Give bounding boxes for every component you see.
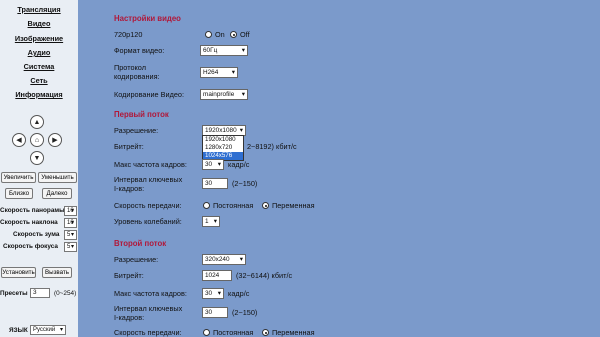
s1-rate-var-radio[interactable] — [262, 202, 269, 209]
s2-bitrate-range: (32~6144) кбит/с — [236, 271, 293, 280]
presets-label: Пресеты — [0, 290, 28, 297]
s1-fluctuation-select[interactable]: 1 — [202, 216, 220, 227]
s2-resolution-select[interactable]: 320x240 — [202, 254, 246, 265]
nav-link-audio[interactable]: Аудио — [0, 48, 78, 57]
first-stream-title: Первый поток — [114, 110, 169, 119]
s1-rate-control-label: Скорость передачи: — [114, 201, 182, 210]
arrow-right-icon: ▶ — [52, 137, 58, 144]
s2-bitrate-label: Битрейт: — [114, 271, 144, 280]
p720-on-radio[interactable] — [205, 31, 212, 38]
sidebar: Трансляция Видео Изображение Аудио Систе… — [0, 0, 79, 337]
s2-fps-unit: кадр/с — [228, 289, 250, 298]
ptz-home-button[interactable]: ⌂ — [30, 133, 44, 147]
s2-fps-select[interactable]: 30 — [202, 288, 224, 299]
s2-rate-control-label: Скорость передачи: — [114, 328, 182, 337]
video-encoding-select[interactable]: mainprofile — [200, 89, 248, 100]
s2-resolution-label: Разрешение: — [114, 255, 159, 264]
s1-fps-label: Макс частота кадров: — [114, 160, 187, 169]
s1-bitrate-range: 2~8192) кбит/с — [247, 142, 297, 151]
language-select[interactable]: Русский — [30, 325, 66, 335]
focus-near-button[interactable]: Близко — [5, 188, 33, 199]
pan-speed-select[interactable]: 10 — [64, 206, 77, 216]
nav-link-image[interactable]: Изображение — [0, 34, 78, 43]
ptz-down-button[interactable]: ▼ — [30, 151, 44, 165]
arrow-left-icon: ◀ — [16, 137, 22, 144]
p720-on-label: On — [215, 30, 225, 39]
video-format-label: Формат видео: — [114, 46, 165, 55]
nav-link-video[interactable]: Видео — [0, 19, 78, 28]
s1-bitrate-label: Битрейт: — [114, 142, 144, 151]
p720-off-label: Off — [240, 30, 250, 39]
zoom-out-button[interactable]: Уменьшить — [38, 172, 77, 183]
dropdown-option[interactable]: 1280x720 — [203, 144, 243, 152]
s2-gop-label-2: I-кадров: — [114, 313, 145, 322]
s1-rate-const-label: Постоянная — [213, 201, 254, 210]
video-format-select[interactable]: 60Гц — [200, 45, 248, 56]
preset-call-button[interactable]: Вызвать — [42, 267, 72, 278]
second-stream-title: Второй поток — [114, 239, 167, 248]
video-encoding-label: Кодирование Видео: — [114, 90, 184, 99]
zoom-in-button[interactable]: Увеличить — [1, 172, 36, 183]
s1-gop-input[interactable]: 30 — [202, 178, 228, 189]
focus-far-button[interactable]: Далеко — [42, 188, 72, 199]
s2-bitrate-input[interactable]: 1024 — [202, 270, 232, 281]
arrow-down-icon: ▼ — [33, 154, 41, 162]
s2-rate-const-label: Постоянная — [213, 328, 254, 337]
s2-gop-range: (2~150) — [232, 308, 258, 317]
s2-rate-var-radio[interactable] — [262, 329, 269, 336]
nav-link-info[interactable]: Информация — [0, 90, 78, 99]
preset-number-input[interactable]: 3 — [30, 288, 50, 298]
video-settings-title: Настройки видео — [114, 14, 181, 23]
s1-resolution-label: Разрешение: — [114, 126, 159, 135]
s2-gop-label-1: Интервал ключевых — [114, 304, 183, 313]
s1-gop-range: (2~150) — [232, 179, 258, 188]
pan-speed-label: Скорость панорамы — [0, 207, 65, 214]
home-icon: ⌂ — [34, 136, 40, 144]
p720-label: 720p120 — [114, 30, 143, 39]
ptz-right-button[interactable]: ▶ — [48, 133, 62, 147]
zoom-speed-select[interactable]: 5 — [64, 230, 77, 240]
s1-rate-const-radio[interactable] — [203, 202, 210, 209]
s1-gop-label-1: Интервал ключевых — [114, 175, 183, 184]
s1-gop-label-2: I-кадров: — [114, 184, 145, 193]
tilt-speed-label: Скорость наклона — [0, 219, 58, 226]
s2-rate-const-radio[interactable] — [203, 329, 210, 336]
nav-link-system[interactable]: Система — [0, 62, 78, 71]
s2-rate-var-label: Переменная — [272, 328, 315, 337]
s1-fps-unit: кадр/с — [228, 160, 250, 169]
encoding-protocol-label-2: кодирования: — [114, 72, 160, 81]
s2-gop-input[interactable]: 30 — [202, 307, 228, 318]
preset-set-button[interactable]: Установить — [1, 267, 36, 278]
s1-rate-var-label: Переменная — [272, 201, 315, 210]
focus-speed-select[interactable]: 5 — [64, 242, 77, 252]
nav-link-network[interactable]: Сеть — [0, 76, 78, 85]
s1-fluctuation-label: Уровень колебаний: — [114, 217, 182, 226]
s2-fps-label: Макс частота кадров: — [114, 289, 187, 298]
ptz-up-button[interactable]: ▲ — [30, 115, 44, 129]
tilt-speed-select[interactable]: 10 — [64, 218, 77, 228]
focus-speed-label: Скорость фокуса — [3, 243, 58, 250]
arrow-up-icon: ▲ — [33, 118, 41, 126]
p720-off-radio[interactable] — [230, 31, 237, 38]
nav-link-streaming[interactable]: Трансляция — [0, 5, 78, 14]
preset-range-label: (0~254) — [54, 290, 77, 297]
zoom-speed-label: Скорость зума — [13, 231, 60, 238]
language-label: ЯЗЫК — [9, 327, 28, 334]
s1-fps-select[interactable]: 30 — [202, 159, 224, 170]
encoding-protocol-label-1: Протокол — [114, 63, 146, 72]
s1-resolution-dropdown: 1920x1080 1280x720 1024x576 — [202, 135, 244, 161]
dropdown-option[interactable]: 1920x1080 — [203, 136, 243, 144]
encoding-protocol-select[interactable]: H264 — [200, 67, 238, 78]
ptz-left-button[interactable]: ◀ — [12, 133, 26, 147]
